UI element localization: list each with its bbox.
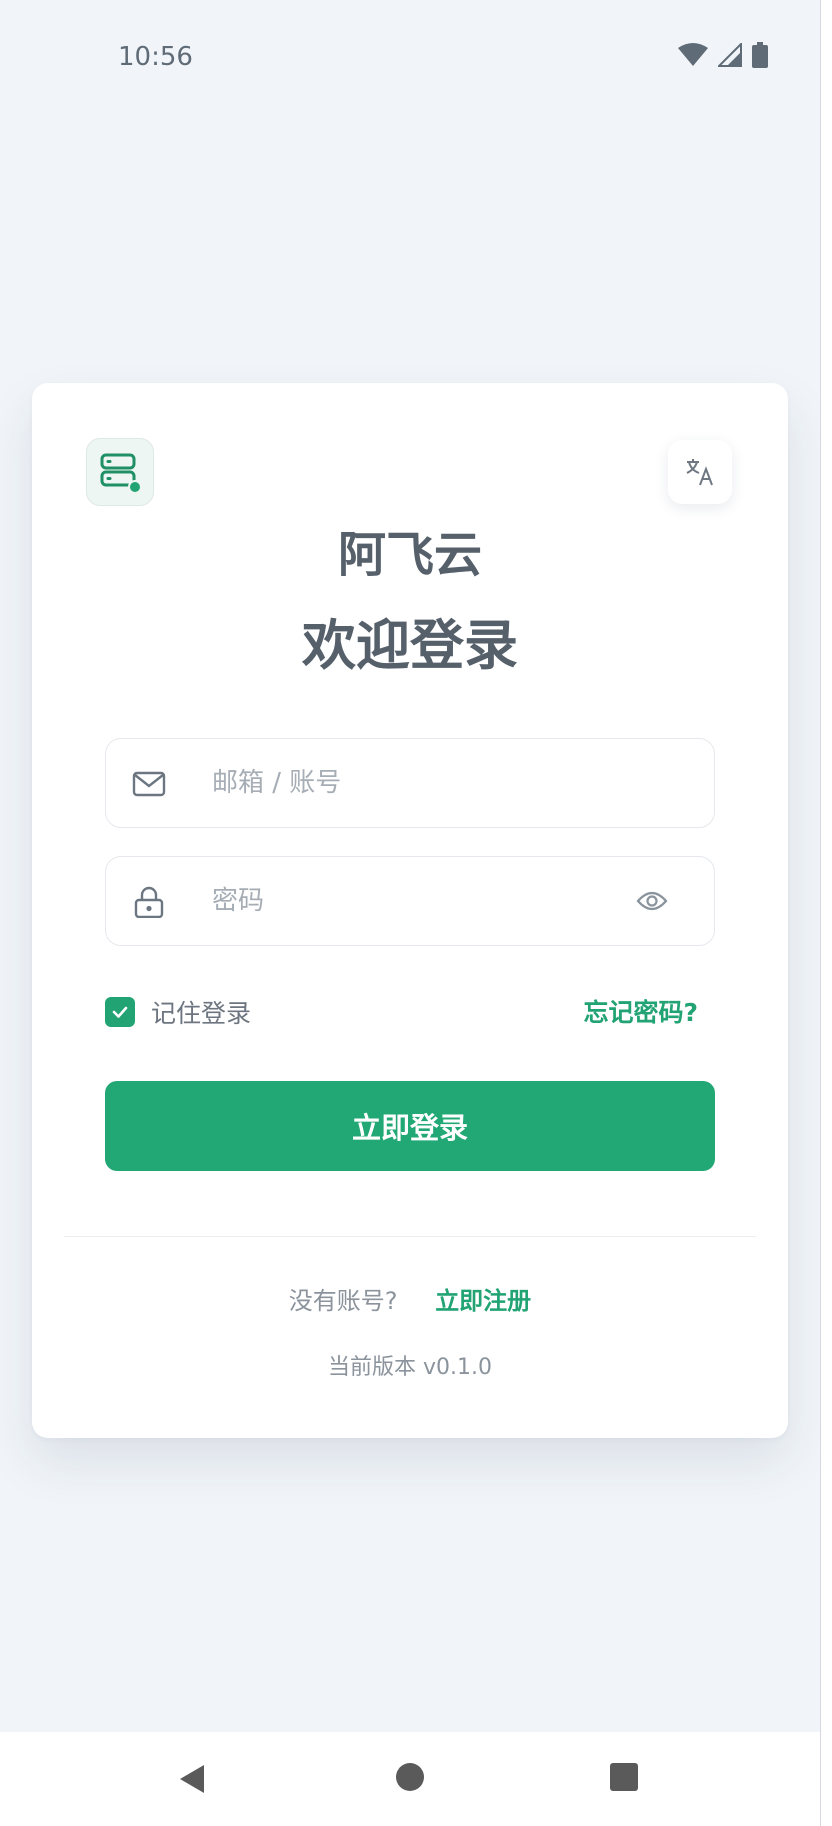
app-screen: 10:56 阿飞云 欢迎登录 邮箱 / 账号 记住登录 忘记密码? 立即登录 没…	[0, 0, 820, 1826]
cellular-signal-icon	[718, 43, 742, 67]
eye-icon	[636, 891, 668, 911]
recents-icon[interactable]	[610, 1763, 638, 1791]
navigation-bar	[0, 1732, 820, 1826]
back-icon[interactable]	[178, 1764, 206, 1794]
register-link[interactable]: 立即注册	[435, 1287, 531, 1315]
password-field[interactable]	[105, 856, 715, 946]
forgot-password-link[interactable]: 忘记密码?	[583, 993, 698, 1029]
app-logo	[86, 438, 154, 506]
mail-icon	[132, 771, 166, 797]
battery-icon	[752, 42, 768, 68]
divider	[64, 1236, 756, 1237]
login-card: 阿飞云 欢迎登录 邮箱 / 账号 记住登录 忘记密码? 立即登录 没有账号? 立…	[32, 383, 788, 1438]
language-button[interactable]	[668, 440, 732, 504]
home-icon[interactable]	[396, 1763, 424, 1791]
page-title: 欢迎登录	[302, 614, 518, 677]
status-icons	[678, 42, 768, 68]
no-account-text: 没有账号?	[288, 1287, 398, 1315]
remember-label: 记住登录	[151, 999, 252, 1028]
email-input[interactable]	[212, 739, 632, 827]
version-text: 当前版本 v0.1.0	[328, 1355, 492, 1380]
register-row: 没有账号? 立即注册	[32, 1281, 788, 1316]
check-icon	[112, 1006, 128, 1018]
server-icon	[100, 453, 141, 493]
window-edge	[820, 0, 832, 1826]
wifi-icon	[678, 43, 708, 66]
status-time: 10:56	[118, 42, 193, 72]
remember-checkbox[interactable]	[105, 997, 135, 1027]
email-field[interactable]	[105, 738, 715, 828]
toggle-password-button[interactable]	[634, 883, 670, 919]
login-button[interactable]: 立即登录	[105, 1081, 715, 1171]
app-name: 阿飞云	[337, 527, 482, 583]
status-bar: 10:56	[0, 0, 820, 112]
remember-login[interactable]: 记住登录	[105, 994, 251, 1030]
translate-icon	[686, 459, 713, 486]
lock-icon	[134, 886, 164, 918]
password-input[interactable]	[212, 857, 632, 945]
